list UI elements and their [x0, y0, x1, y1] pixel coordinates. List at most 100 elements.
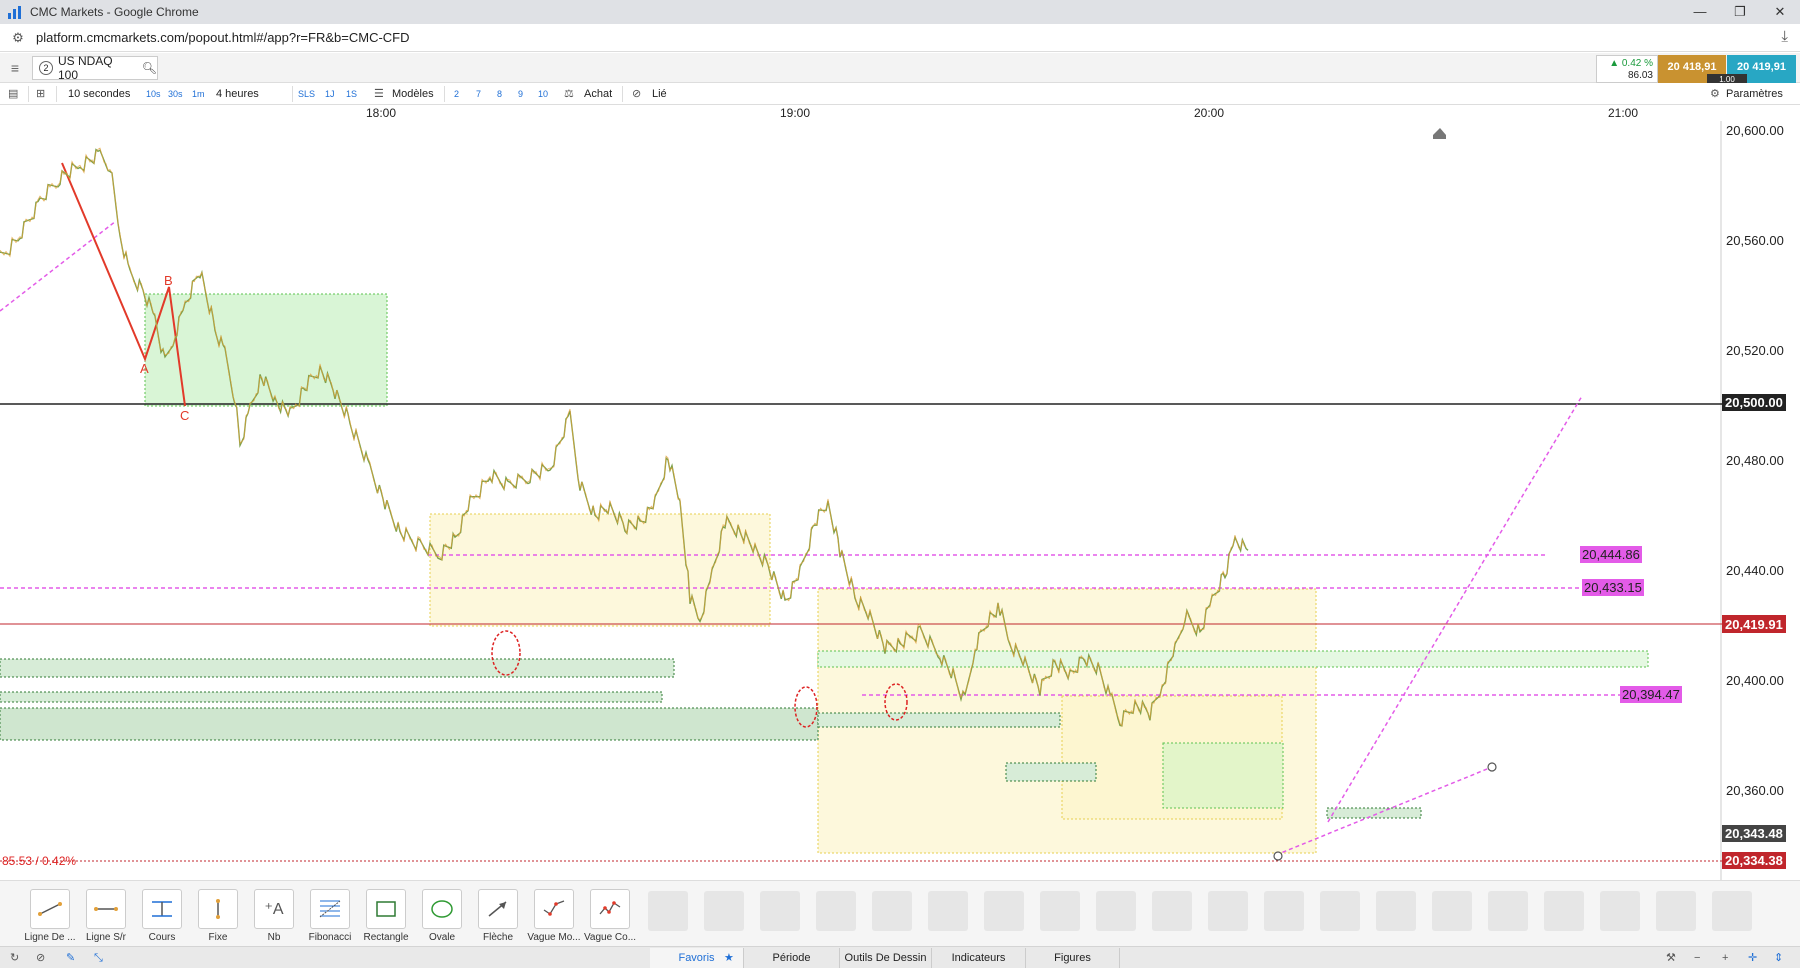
url-text[interactable]: platform.cmcmarkets.com/popout.html#/app…: [36, 30, 410, 45]
interval-1m[interactable]: 1m: [192, 83, 205, 105]
range-1s[interactable]: 1S: [346, 83, 357, 105]
tool-label: Ovale: [428, 932, 456, 943]
empty-slot[interactable]: [1096, 891, 1136, 931]
count-8[interactable]: 8: [497, 83, 502, 105]
wave-label-c: C: [180, 408, 189, 423]
zoom-in-icon[interactable]: +: [1722, 947, 1728, 969]
zoom-out-icon[interactable]: −: [1694, 947, 1700, 969]
low-price-badge: 20,343.48: [1725, 826, 1783, 841]
crosshair-icon[interactable]: ✛: [1748, 947, 1757, 969]
empty-slot[interactable]: [872, 891, 912, 931]
tool-trend-line[interactable]: Ligne De ...: [22, 889, 78, 943]
settings-button[interactable]: Paramètres: [1726, 83, 1783, 105]
change-box: ▲ 0.42 % 86.03: [1596, 55, 1658, 83]
tool-price[interactable]: Cours: [134, 889, 190, 943]
templates-button[interactable]: Modèles: [392, 83, 434, 105]
support-zone-2: [0, 691, 663, 703]
empty-slot[interactable]: [1208, 891, 1248, 931]
range-1j[interactable]: 1J: [325, 83, 335, 105]
tab-outils-de-dessin[interactable]: Outils De Dessin: [840, 948, 932, 968]
tool-wave-complex[interactable]: Vague Co...: [582, 889, 638, 943]
tab-figures[interactable]: Figures: [1026, 948, 1120, 968]
empty-slot[interactable]: [760, 891, 800, 931]
linked-toggle[interactable]: Lié: [652, 83, 667, 105]
tab-periode[interactable]: Période: [744, 948, 840, 968]
tab-indicateurs[interactable]: Indicateurs: [932, 948, 1026, 968]
menu-icon[interactable]: ≡: [6, 59, 24, 77]
tool-rectangle[interactable]: Rectangle: [358, 889, 414, 943]
empty-slot[interactable]: [1544, 891, 1584, 931]
instrument-tab[interactable]: 2 US NDAQ 100 🔍︎: [32, 54, 158, 82]
interval-10s[interactable]: 10s: [146, 83, 161, 105]
empty-slot[interactable]: [1376, 891, 1416, 931]
cmc-logo-icon: [8, 5, 22, 19]
tool-text[interactable]: ⁺A Nb: [246, 889, 302, 943]
tool-fixed[interactable]: Fixe: [190, 889, 246, 943]
count-9[interactable]: 9: [518, 83, 523, 105]
day-change-note: 85.53 / 0.42%: [2, 854, 76, 868]
tool-wave[interactable]: Vague Mo...: [526, 889, 582, 943]
cancel-icon[interactable]: ⊘: [36, 947, 45, 969]
search-icon[interactable]: 🔍︎: [142, 61, 157, 75]
empty-slot[interactable]: [816, 891, 856, 931]
price-tick: 20,440.00: [1726, 563, 1784, 578]
link-icon: ⊘: [632, 88, 642, 100]
minimize-icon[interactable]: —: [1680, 0, 1720, 24]
drawing-tools-panel: Ligne De ... Ligne S/r Cours Fixe ⁺A Nb …: [0, 880, 1800, 946]
interval-select[interactable]: 10 secondes: [68, 83, 130, 105]
empty-slot[interactable]: [1656, 891, 1696, 931]
pencil-icon[interactable]: ✎: [66, 947, 75, 969]
anchor-handle-1: [1273, 851, 1283, 861]
other-price-badge: 20,334.38: [1725, 853, 1783, 868]
address-bar: ⚙ platform.cmcmarkets.com/popout.html#/a…: [0, 24, 1800, 52]
wave-label-b: B: [164, 273, 173, 288]
empty-slot[interactable]: [1264, 891, 1304, 931]
support-zone-5: [817, 712, 1061, 728]
level-20500-badge: 20,500.00: [1725, 395, 1783, 410]
star-icon[interactable]: ★: [724, 947, 734, 969]
range-select[interactable]: 4 heures: [216, 83, 259, 105]
tool-fibonacci[interactable]: Fibonacci: [302, 889, 358, 943]
grid-icon[interactable]: ⊞: [36, 83, 45, 105]
empty-slot[interactable]: [1712, 891, 1752, 931]
tool-label: Flèche: [482, 932, 513, 943]
empty-slot[interactable]: [1320, 891, 1360, 931]
chart-toolbar: ▤ ⊞ 10 secondes 10s 30s 1m 4 heures SLS …: [0, 83, 1800, 105]
price-tick: 20,520.00: [1726, 343, 1784, 358]
empty-slot[interactable]: [1432, 891, 1472, 931]
tool-arrow[interactable]: Flèche: [470, 889, 526, 943]
empty-slot[interactable]: [1040, 891, 1080, 931]
empty-slot[interactable]: [1152, 891, 1192, 931]
fit-icon[interactable]: ⇕: [1774, 947, 1783, 969]
tools-icon[interactable]: ⚒: [1666, 947, 1676, 969]
empty-slot[interactable]: [984, 891, 1024, 931]
count-2[interactable]: 2: [454, 83, 459, 105]
empty-slot[interactable]: [648, 891, 688, 931]
support-zone-6: [1005, 762, 1097, 782]
tool-label: Fixe: [208, 932, 228, 943]
layout-icon[interactable]: ▤: [8, 83, 18, 105]
tool-oval[interactable]: Ovale: [414, 889, 470, 943]
site-settings-icon[interactable]: ⚙: [10, 30, 26, 46]
refresh-icon[interactable]: ↻: [10, 947, 19, 969]
count-10[interactable]: 10: [538, 83, 548, 105]
range-sls[interactable]: SLS: [298, 83, 315, 105]
download-icon[interactable]: ⤓: [1781, 28, 1788, 45]
empty-slot[interactable]: [704, 891, 744, 931]
change-pct: ▲ 0.42 %: [1609, 58, 1653, 69]
price-chart[interactable]: A B C 85.53 / 0.42% 20,600.00 20,560.00 …: [0, 121, 1800, 880]
interval-30s[interactable]: 30s: [168, 83, 183, 105]
green-zone-a-b-c: [144, 293, 388, 407]
level-20444-badge: 20,444.86: [1582, 547, 1640, 562]
cursor-icon[interactable]: ⤡: [94, 947, 103, 969]
empty-slot[interactable]: [1600, 891, 1640, 931]
close-icon[interactable]: ✕: [1760, 0, 1800, 24]
buy-toggle[interactable]: Achat: [584, 83, 612, 105]
fixed-icon: [216, 899, 220, 919]
empty-slot[interactable]: [1488, 891, 1528, 931]
settings-icon[interactable]: ⚙: [1710, 83, 1720, 105]
count-7[interactable]: 7: [476, 83, 481, 105]
tool-sr-line[interactable]: Ligne S/r: [78, 889, 134, 943]
empty-slot[interactable]: [928, 891, 968, 931]
restore-icon[interactable]: ❐: [1720, 0, 1760, 24]
